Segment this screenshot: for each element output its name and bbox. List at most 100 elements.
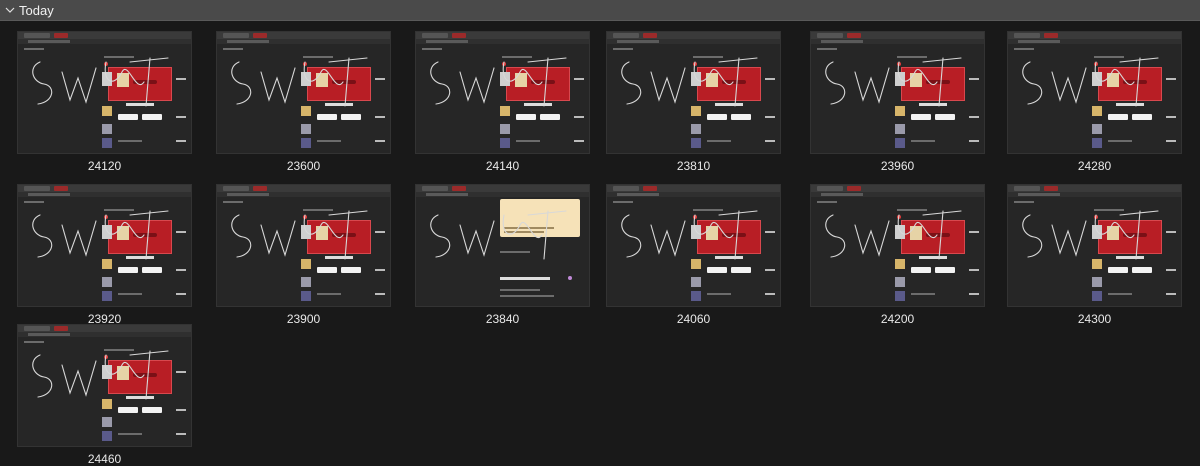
- thumbnail-red-card: [307, 67, 371, 101]
- thumbnail-url: [28, 333, 70, 336]
- thumbnail-row-photo: [691, 138, 701, 148]
- thumbnail-row-photo: [301, 277, 311, 287]
- thumbnail-button: [142, 114, 162, 120]
- thumbnail-row-photo: [691, 277, 701, 287]
- thumbnail-card-pill: [926, 80, 950, 84]
- screenshot-thumbnail-tile[interactable]: 23810: [606, 26, 781, 173]
- thumbnail-browser-tabbar: [18, 325, 191, 332]
- thumbnail-voting-label: [574, 116, 584, 118]
- thumbnail-caption: 24140: [485, 159, 520, 173]
- thumbnail-card-pill: [332, 233, 356, 237]
- thumbnail-button: [911, 267, 931, 273]
- screenshot-thumbnail-image: [17, 324, 192, 447]
- chevron-down-icon[interactable]: [5, 5, 15, 15]
- thumbnail-browser-tabbar: [18, 32, 191, 39]
- thumbnail-row-photo: [500, 106, 510, 116]
- thumbnail-red-card: [697, 67, 761, 101]
- thumbnail-text-line: [223, 201, 243, 203]
- thumbnail-browser-tabbar: [18, 185, 191, 192]
- thumbnail-dot: [104, 355, 108, 359]
- thumbnail-browser-tabbar: [416, 185, 589, 192]
- thumbnail-text-line: [422, 48, 442, 50]
- thumbnail-url: [227, 193, 269, 196]
- thumbnail-card-pill: [133, 233, 157, 237]
- thumbnail-card-pill: [1123, 80, 1147, 84]
- screenshot-thumbnail-tile[interactable]: 24460: [17, 319, 192, 466]
- thumbnail-browser-tabbar: [1008, 32, 1181, 39]
- thumbnail-text-line: [911, 140, 935, 142]
- screenshot-thumbnail-image: [606, 184, 781, 307]
- screenshot-thumbnail-tile[interactable]: 23600: [216, 26, 391, 173]
- thumbnail-voting-label: [765, 231, 775, 233]
- thumbnail-row-photo: [301, 72, 311, 86]
- thumbnail-card-photo: [706, 73, 718, 87]
- thumbnail-address-bar: [607, 39, 780, 44]
- screenshot-thumbnail-tile[interactable]: 24140: [415, 26, 590, 173]
- thumbnail-row-photo: [1092, 259, 1102, 269]
- thumbnail-button: [935, 114, 955, 120]
- screenshot-thumbnail-image: [216, 184, 391, 307]
- thumbnail-text-line: [504, 227, 554, 229]
- thumbnail-button: [731, 114, 751, 120]
- thumbnail-text-line: [24, 48, 44, 50]
- thumbnail-text-line: [1116, 103, 1144, 106]
- thumbnail-dot: [303, 62, 307, 66]
- thumbnail-caption: 24300: [1077, 312, 1112, 326]
- thumbnail-voting-label: [1166, 269, 1176, 271]
- thumbnail-voting-label: [1166, 116, 1176, 118]
- thumbnail-text-line: [502, 56, 532, 58]
- thumbnail-card-pill: [722, 80, 746, 84]
- thumbnail-button: [1108, 267, 1128, 273]
- group-header-today[interactable]: Today: [0, 0, 1200, 21]
- thumbnail-address-bar: [811, 192, 984, 197]
- thumbnail-voting-label: [574, 140, 584, 142]
- screenshot-thumbnail-tile[interactable]: 24060: [606, 179, 781, 326]
- thumbnail-row-photo: [691, 72, 701, 86]
- thumbnail-voting-label: [765, 269, 775, 271]
- screenshot-thumbnail-tile[interactable]: 23840: [415, 179, 590, 326]
- thumbnail-button: [1132, 114, 1152, 120]
- thumbnail-text-line: [325, 103, 353, 106]
- thumbnail-row-photo: [691, 291, 701, 301]
- thumbnail-row-photo: [102, 277, 112, 287]
- thumbnail-row-photo: [691, 124, 701, 134]
- thumbnail-tab-active: [1044, 186, 1058, 191]
- thumbnail-row-photo: [1092, 138, 1102, 148]
- thumbnail-text-line: [919, 103, 947, 106]
- thumbnail-tab: [24, 326, 50, 331]
- screenshot-thumbnail-image: [216, 31, 391, 154]
- thumbnail-address-bar: [1008, 39, 1181, 44]
- thumbnail-text-line: [500, 277, 550, 280]
- thumbnail-url: [28, 193, 70, 196]
- screenshot-thumbnail-tile[interactable]: 24200: [810, 179, 985, 326]
- thumbnail-button: [317, 114, 337, 120]
- thumbnail-text-line: [613, 201, 633, 203]
- thumbnail-card-pill: [133, 373, 157, 377]
- thumbnail-row-photo: [895, 72, 905, 86]
- thumbnail-text-line: [524, 103, 552, 106]
- thumbnail-tab: [422, 33, 448, 38]
- screenshot-thumbnail-tile[interactable]: 24280: [1007, 26, 1182, 173]
- thumbnail-tab-active: [643, 186, 657, 191]
- thumbnail-row-photo: [895, 225, 905, 239]
- thumbnail-url: [617, 193, 659, 196]
- thumbnail-dot: [897, 215, 901, 219]
- thumbnail-card-photo: [117, 226, 129, 240]
- thumbnail-row-photo: [895, 106, 905, 116]
- screenshot-thumbnail-tile[interactable]: 23900: [216, 179, 391, 326]
- screenshot-thumbnail-tile[interactable]: 23920: [17, 179, 192, 326]
- thumbnail-row-photo: [895, 277, 905, 287]
- thumbnail-row-photo: [895, 259, 905, 269]
- thumbnail-tab-active: [847, 33, 861, 38]
- thumbnail-text-line: [104, 56, 134, 58]
- screenshot-thumbnail-tile[interactable]: 23960: [810, 26, 985, 173]
- thumbnail-button: [118, 114, 138, 120]
- thumbnail-card-photo: [316, 226, 328, 240]
- thumbnail-row-photo: [301, 124, 311, 134]
- screenshot-thumbnail-tile[interactable]: 24300: [1007, 179, 1182, 326]
- thumbnail-button: [516, 114, 536, 120]
- screenshot-thumbnail-tile[interactable]: 24120: [17, 26, 192, 173]
- thumbnail-voting-label: [176, 78, 186, 80]
- screenshot-thumbnail-image: [17, 31, 192, 154]
- thumbnail-red-card: [108, 220, 172, 254]
